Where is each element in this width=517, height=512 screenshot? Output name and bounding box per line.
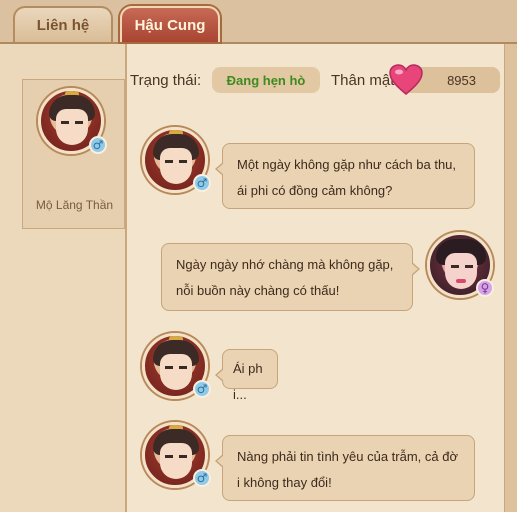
heart-icon xyxy=(389,64,423,95)
chat-message-npc: Nàng phải tin tình yêu của trẫm, cả đời … xyxy=(215,435,475,501)
contact-name: Mộ Lăng Thần xyxy=(35,198,114,212)
male-icon: ♂ xyxy=(89,136,107,154)
chat-message-player: Ngày ngày nhớ chàng mà không gặp, nỗi bu… xyxy=(161,243,420,311)
female-icon: ♀ xyxy=(476,279,494,297)
tab-contacts[interactable]: Liên hệ xyxy=(13,6,113,42)
chat-message-npc: Ái phi... xyxy=(215,349,278,402)
tab-harem[interactable]: Hậu Cung xyxy=(120,6,220,42)
status-label: Trạng thái: xyxy=(130,72,202,89)
chat-message-npc: Một ngày không gặp như cách ba thu, ái p… xyxy=(215,143,475,209)
male-icon: ♂ xyxy=(193,174,211,192)
scrollbar[interactable] xyxy=(504,44,517,512)
male-icon: ♂ xyxy=(193,380,211,398)
status-badge: Đang hẹn hò xyxy=(212,67,320,93)
contact-list-item[interactable]: ♂ Mộ Lăng Thần xyxy=(22,79,125,229)
male-icon: ♂ xyxy=(193,469,211,487)
contact-list-panel: ♂ Mộ Lăng Thần xyxy=(0,44,127,512)
